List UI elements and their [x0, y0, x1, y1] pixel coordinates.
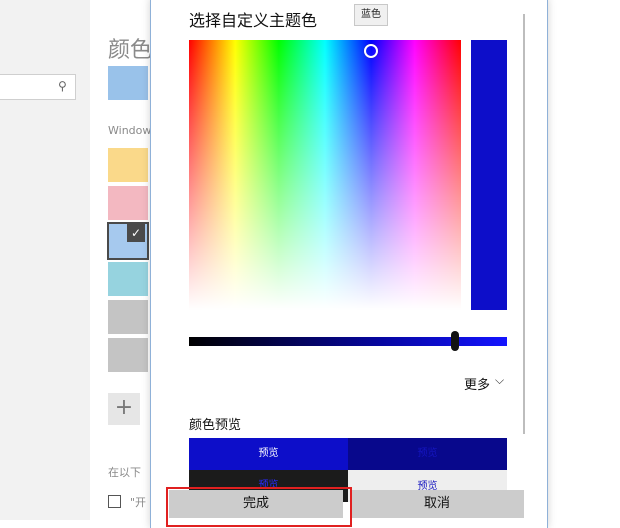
dialog-title: 选择自定义主题色: [189, 11, 318, 30]
search-icon[interactable]: ⚲: [58, 79, 67, 93]
more-button[interactable]: 更多: [464, 374, 490, 393]
selected-color-bar: [471, 40, 507, 310]
spectrum-handle[interactable]: [364, 44, 378, 58]
chevron-down-icon[interactable]: ⌵: [495, 373, 504, 388]
color-name-tooltip: 蓝色: [354, 4, 388, 26]
color-swatch-yellow[interactable]: [108, 148, 148, 182]
windows-colors-label: Window: [108, 124, 152, 137]
color-swatch-gray-2[interactable]: [108, 338, 148, 372]
cancel-button[interactable]: 取消: [350, 490, 524, 518]
check-icon: ✓: [127, 224, 145, 242]
color-spectrum-picker[interactable]: [189, 40, 461, 310]
current-accent-swatch: [108, 66, 148, 100]
dialog-scrollbar[interactable]: [523, 14, 525, 434]
color-swatch-teal[interactable]: [108, 262, 148, 296]
settings-section-text: 在以下: [108, 466, 141, 479]
brightness-slider[interactable]: [189, 337, 507, 346]
preview-tile-primary: 预览: [189, 438, 348, 470]
settings-page-title: 颜色: [108, 38, 153, 63]
annotation-highlight-box: [166, 487, 352, 527]
plus-icon[interactable]: +: [108, 393, 140, 425]
brightness-slider-handle[interactable]: [451, 331, 459, 351]
settings-checkbox[interactable]: [108, 495, 121, 508]
custom-color-dialog: 选择自定义主题色 蓝色 更多 ⌵ 颜色预览 预览 预览 预览 预览 完成 取消: [150, 0, 548, 528]
color-preview-label: 颜色预览: [189, 418, 242, 433]
preview-tile-dark: 预览: [348, 438, 507, 470]
color-swatch-gray[interactable]: [108, 300, 148, 334]
settings-checkbox-label: "开: [130, 496, 147, 509]
color-swatch-pink[interactable]: [108, 186, 148, 220]
